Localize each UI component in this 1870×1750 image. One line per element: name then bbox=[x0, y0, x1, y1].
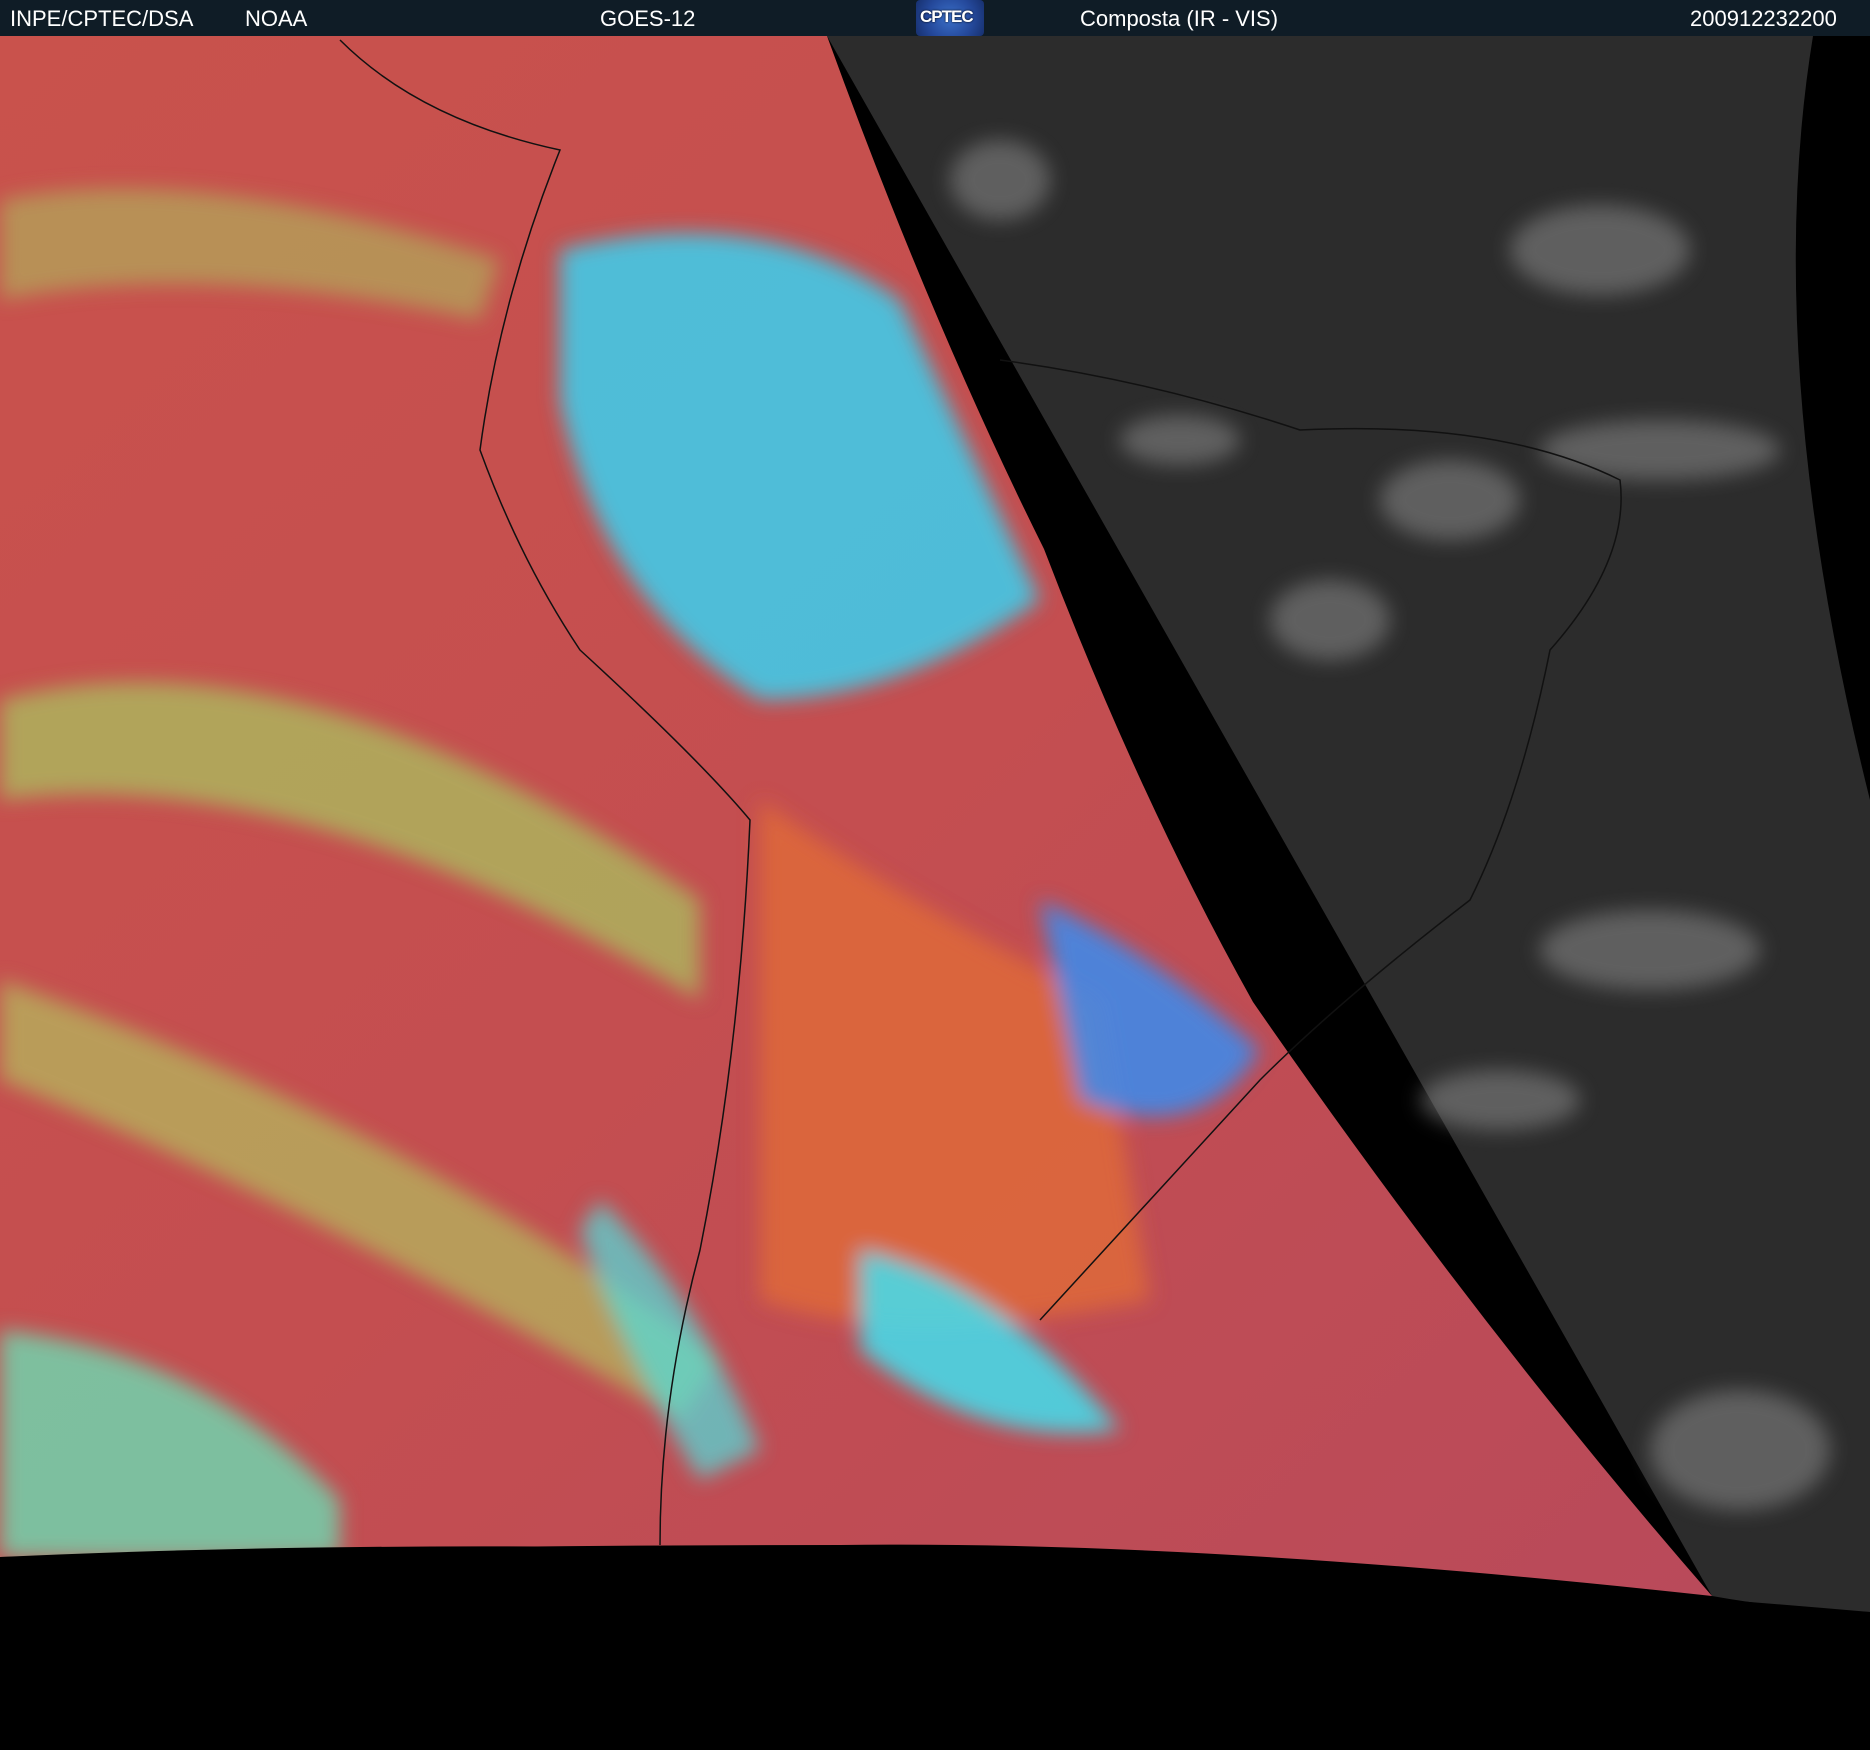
image-header-bar: INPE/CPTEC/DSA NOAA GOES-12 CPTEC Compos… bbox=[0, 0, 1870, 36]
agency-label: INPE/CPTEC/DSA bbox=[10, 6, 194, 31]
timestamp-label: 200912232200 bbox=[1690, 6, 1837, 31]
product-label: Composta (IR - VIS) bbox=[1080, 6, 1279, 31]
cptec-logo-text: CPTEC bbox=[920, 7, 974, 26]
source-label: NOAA bbox=[245, 6, 308, 31]
satellite-image bbox=[0, 36, 1870, 1750]
satellite-label: GOES-12 bbox=[600, 6, 696, 31]
cptec-logo: CPTEC bbox=[916, 0, 984, 36]
